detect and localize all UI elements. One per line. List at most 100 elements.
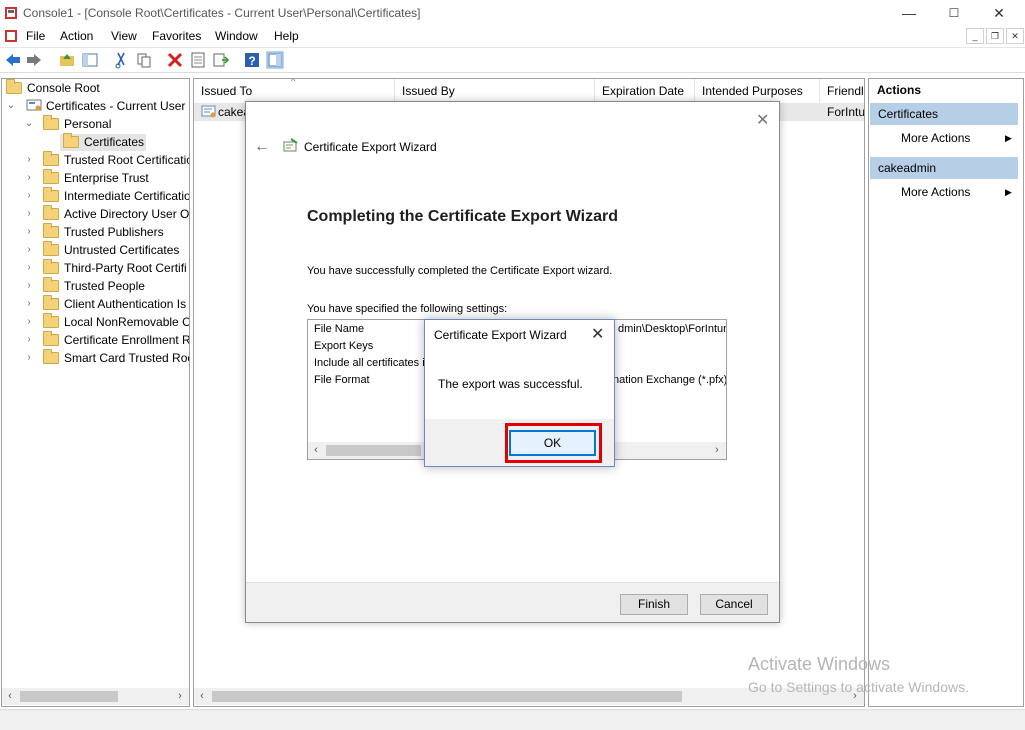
dialog-message: The export was successful. [438,377,583,391]
window-title: Console1 - [Console Root\Certificates - … [23,6,421,20]
scroll-right-arrow-icon[interactable]: › [709,442,725,459]
close-button[interactable]: ✕ [976,0,1022,26]
folder-icon [43,259,59,274]
mdi-minimize-button[interactable]: _ [966,28,984,44]
tree-item-label: Certificate Enrollment R [64,333,190,347]
help-icon[interactable]: ? [243,51,261,69]
forward-arrow-icon[interactable] [25,51,43,69]
wizard-close-icon[interactable]: ✕ [756,110,769,130]
finish-button[interactable]: Finish [620,594,688,615]
folder-open-icon [43,115,59,130]
toolbar: ? [0,47,1025,73]
column-header-expiration-date[interactable]: Expiration Date [595,79,695,103]
menu-file[interactable]: File [26,29,45,43]
tree-item-label: Local NonRemovable C [64,315,190,329]
cell-friendly-name: ForIntu [827,105,865,119]
column-header-issued-by[interactable]: Issued By [395,79,595,103]
column-header-friendly-name[interactable]: Friendl [820,79,864,103]
copy-icon[interactable] [135,51,153,69]
scrollbar-thumb[interactable] [20,691,118,702]
setting-name: File Name [314,323,365,335]
back-arrow-icon[interactable] [4,51,22,69]
chevron-down-icon[interactable]: ⌄ [24,115,34,133]
chevron-right-icon[interactable]: › [24,223,34,241]
tree-item-label: Smart Card Trusted Roo [64,351,190,365]
sort-up-icon: ^ [291,78,296,86]
chevron-right-icon[interactable]: › [24,259,34,277]
cancel-button[interactable]: Cancel [700,594,768,615]
svg-text:?: ? [248,54,255,68]
folder-icon [43,331,59,346]
setting-name: Include all certificates i [314,357,425,369]
scroll-right-arrow-icon[interactable]: › [172,688,188,705]
setting-name: File Format [314,374,370,386]
ok-button[interactable]: OK [509,430,596,456]
folder-icon [43,241,59,256]
certificate-icon [201,105,216,118]
console-icon[interactable] [4,29,18,43]
minimize-button[interactable]: — [886,0,932,26]
chevron-right-icon[interactable]: › [24,277,34,295]
dialog-title: Certificate Export Wizard [434,328,567,342]
folder-icon [43,151,59,166]
chevron-right-icon[interactable]: › [24,205,34,223]
mdi-restore-button[interactable]: ❐ [986,28,1004,44]
scrollbar-thumb[interactable] [326,445,421,456]
up-folder-icon[interactable] [58,51,76,69]
cut-icon[interactable] [112,51,130,69]
folder-icon [63,133,79,148]
column-header-intended-purposes[interactable]: Intended Purposes [695,79,820,103]
export-list-icon[interactable] [212,51,230,69]
tree-item-label: Enterprise Trust [64,171,149,185]
wizard-footer: Finish Cancel [246,582,779,622]
scroll-left-arrow-icon[interactable]: ‹ [2,688,18,705]
console-tree-pane: Console Root ⌄ Certificates - Current Us… [1,78,190,707]
menu-view[interactable]: View [111,29,137,43]
chevron-right-icon[interactable]: › [24,151,34,169]
more-actions-cakeadmin[interactable]: More Actions [901,185,970,199]
chevron-right-icon[interactable]: › [24,313,34,331]
tree-item-label: Trusted Publishers [64,225,164,239]
mmc-app-icon [5,7,17,19]
tree-item-label: Trusted Root Certificatio [64,153,190,167]
chevron-right-icon[interactable]: › [24,295,34,313]
setting-value: dmin\Desktop\ForIntun [618,323,727,335]
menu-help[interactable]: Help [274,29,299,43]
chevron-right-icon[interactable]: › [24,187,34,205]
actions-section-cakeadmin[interactable]: cakeadmin [870,157,1018,179]
activation-watermark-title: Activate Windows [748,654,891,674]
menu-action[interactable]: Action [60,29,93,43]
folder-icon [43,205,59,220]
back-arrow-icon[interactable]: ← [254,138,270,156]
settings-label: You have specified the following setting… [307,303,508,315]
properties-icon[interactable] [189,51,207,69]
scrollbar-thumb[interactable] [212,691,682,702]
folder-icon [6,79,22,94]
folder-icon [43,349,59,364]
show-hide-tree-icon[interactable] [81,51,99,69]
setting-value: nation Exchange (*.pfx) [613,374,727,386]
chevron-right-icon[interactable]: › [24,241,34,259]
title-bar: Console1 - [Console Root\Certificates - … [0,0,1025,26]
maximize-button[interactable]: ☐ [931,0,977,26]
submenu-arrow-icon: ▶ [1005,187,1012,197]
mdi-close-button[interactable]: ✕ [1006,28,1024,44]
export-success-dialog: Certificate Export Wizard ✕ The export w… [424,319,615,467]
tree-item-label: Untrusted Certificates [64,243,180,257]
tree-horizontal-scrollbar[interactable]: ‹ › [2,688,189,705]
actions-header: Actions [877,83,922,97]
scroll-left-arrow-icon[interactable]: ‹ [194,688,210,705]
submenu-arrow-icon: ▶ [1005,133,1012,143]
chevron-right-icon[interactable]: › [24,169,34,187]
chevron-right-icon[interactable]: › [24,331,34,349]
menu-favorites[interactable]: Favorites [152,29,201,43]
scroll-left-arrow-icon[interactable]: ‹ [308,442,324,459]
actions-section-certificates[interactable]: Certificates [870,103,1018,125]
menu-window[interactable]: Window [215,29,258,43]
delete-icon[interactable] [166,51,184,69]
chevron-right-icon[interactable]: › [24,349,34,367]
chevron-down-icon[interactable]: ⌄ [6,97,16,115]
dialog-close-icon[interactable]: ✕ [591,324,604,344]
more-actions-certificates[interactable]: More Actions [901,131,970,145]
show-action-pane-icon[interactable] [266,51,284,69]
